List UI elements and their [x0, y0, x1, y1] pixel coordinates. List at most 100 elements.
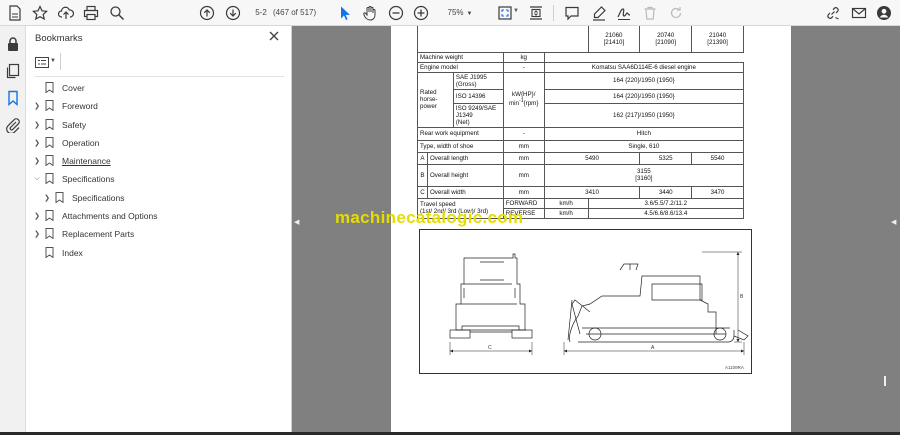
- table-row: Machine weight kg: [417, 52, 744, 63]
- toolbar-separator: [553, 5, 554, 21]
- bookmark-item-attachments[interactable]: ❯ Attachments and Options: [32, 209, 157, 223]
- scrollbar-thumb[interactable]: [884, 376, 886, 386]
- dimension-label-a: A: [651, 345, 655, 351]
- bookmark-label: Specifications: [62, 174, 115, 184]
- bookmark-item-specifications-child[interactable]: ❯ Specifications: [42, 191, 124, 205]
- table-row: Rated horse-power SAE J1995 (Gross) kW{HP}…: [417, 71, 745, 128]
- table-cell: 3155 [3160]: [543, 163, 745, 187]
- table-cell: C: [417, 185, 428, 199]
- chevron-right-icon[interactable]: ❯: [32, 102, 42, 110]
- upload-cloud-icon[interactable]: [57, 4, 75, 22]
- bookmark-label: Operation: [62, 138, 100, 148]
- cell-value: [21410]: [603, 38, 625, 46]
- chevron-right-icon[interactable]: ❯: [32, 157, 42, 165]
- zoom-out-icon[interactable]: [387, 4, 405, 22]
- zoom-in-icon[interactable]: [412, 4, 430, 22]
- chevron-right-icon[interactable]: ❯: [32, 230, 42, 238]
- table-cell: mm: [502, 163, 545, 187]
- table-cell: [417, 26, 589, 53]
- bookmark-icon: [45, 119, 55, 131]
- bookmark-icon: [45, 137, 55, 149]
- bookmark-item-index[interactable]: Index: [32, 246, 83, 260]
- bookmark-item-cover[interactable]: Cover: [32, 81, 85, 95]
- watermark-text: machinecatalogic.com: [335, 208, 524, 227]
- cell-value: [21390]: [707, 38, 728, 46]
- dimension-label-c: C: [488, 345, 492, 351]
- document-viewport[interactable]: ◀ ◀ 21060 [21410] 20740 [21090] 21040 [2139…: [292, 26, 900, 432]
- account-avatar-icon[interactable]: [875, 4, 893, 22]
- bookmark-item-maintenance[interactable]: ❯ Maintenance: [32, 154, 111, 168]
- cell-value: SAE J1995: [455, 73, 487, 81]
- bookmark-icon: [45, 173, 55, 185]
- chevron-right-icon[interactable]: ❯: [42, 194, 52, 202]
- cell-value: (Gross): [455, 80, 477, 88]
- bookmark-options-button[interactable]: ▼: [35, 57, 57, 70]
- table-cell: 162 {217}/1950 {1950}: [543, 102, 745, 128]
- table-row: 21060 [21410] 20740 [21090] 21040 [21390]: [417, 26, 744, 53]
- zoom-level-dropdown[interactable]: 75% ▼: [437, 5, 483, 20]
- pdf-page: 21060 [21410] 20740 [21090] 21040 [21390] M…: [391, 26, 791, 432]
- toolbar: 5-2 (467 of 517) 75% ▼ ▼: [0, 0, 900, 26]
- fit-page-chevron-icon[interactable]: ▼: [513, 8, 519, 14]
- bookmark-item-operation[interactable]: ❯ Operation: [32, 136, 99, 150]
- bookmarks-panel-title: Bookmarks: [35, 33, 83, 44]
- table-row: B Overall height mm 3155 [3160]: [417, 163, 745, 187]
- table-cell: mm: [502, 185, 545, 199]
- bookmark-icon: [45, 100, 55, 112]
- hand-tool-icon[interactable]: [361, 4, 379, 22]
- cell-value: 20740: [657, 31, 675, 39]
- table-row: C Overall width mm 3410 3440 3470: [417, 185, 744, 199]
- lock-icon[interactable]: [5, 36, 21, 52]
- bookmark-icon: [45, 247, 55, 259]
- table-cell: -: [502, 61, 545, 73]
- close-icon[interactable]: [268, 30, 280, 42]
- bookmarks-panel-icon[interactable]: [5, 90, 21, 107]
- chevron-right-icon[interactable]: ❯: [32, 139, 42, 147]
- table-row: Engine model - Komatsu SAA6D114E-6 diese…: [417, 61, 745, 73]
- print-icon[interactable]: [82, 4, 100, 22]
- bookmark-item-specifications[interactable]: ⌵ Specifications: [32, 172, 114, 186]
- undo-icon[interactable]: [667, 4, 685, 22]
- table-row: Type, width of shoe mm Single, 610: [417, 139, 745, 153]
- table-cell: SAE J1995 (Gross): [452, 71, 504, 90]
- page-number-input[interactable]: 5-2: [251, 5, 271, 20]
- highlight-pen-icon[interactable]: [590, 4, 608, 22]
- delete-icon[interactable]: [641, 4, 659, 22]
- bookmark-item-replacement-parts[interactable]: ❯ Replacement Parts: [32, 227, 134, 241]
- bookmark-icon: [45, 82, 55, 94]
- chevron-right-icon[interactable]: ❯: [32, 212, 42, 220]
- navigation-rail: [0, 26, 26, 435]
- fit-page-icon[interactable]: [496, 4, 514, 22]
- page-thumbnails-icon[interactable]: [5, 63, 21, 79]
- table-cell: km/h: [543, 207, 589, 219]
- bookmark-icon: [55, 192, 65, 204]
- table-cell: mm: [502, 139, 545, 153]
- expand-panel-arrow-icon[interactable]: ◀: [891, 218, 896, 226]
- table-row: ISO 9249/SAE J1349 (Net) 162 {217}/1950 {…: [418, 102, 745, 128]
- search-icon[interactable]: [108, 4, 126, 22]
- table-cell: Rated horse-power: [417, 71, 454, 128]
- bookmark-item-safety[interactable]: ❯ Safety: [32, 118, 86, 132]
- dozer-drawing: C A B: [449, 251, 749, 355]
- select-cursor-icon[interactable]: [336, 4, 354, 22]
- save-file-icon[interactable]: [6, 4, 24, 22]
- email-icon[interactable]: [850, 4, 868, 22]
- attachments-paperclip-icon[interactable]: [5, 117, 21, 135]
- collapse-panel-arrow-icon[interactable]: ◀: [294, 218, 299, 226]
- bookmark-label: Foreword: [62, 101, 98, 111]
- share-link-icon[interactable]: [824, 4, 842, 22]
- comment-icon[interactable]: [563, 4, 581, 22]
- next-page-icon[interactable]: [224, 4, 242, 22]
- bookmark-star-icon[interactable]: [31, 4, 49, 22]
- scroll-mode-icon[interactable]: [527, 4, 545, 22]
- draw-signature-icon[interactable]: [615, 4, 633, 22]
- bookmark-label: Safety: [62, 120, 87, 130]
- chevron-down-icon[interactable]: ⌵: [32, 175, 42, 183]
- table-cell: 164 {220}/1950 {1950}: [543, 88, 745, 104]
- bookmark-item-foreword[interactable]: ❯ Foreword: [32, 99, 98, 113]
- table-cell: Overall height: [426, 163, 504, 187]
- previous-page-icon[interactable]: [198, 4, 216, 22]
- table-cell: 3470: [691, 185, 744, 199]
- chevron-right-icon[interactable]: ❯: [32, 121, 42, 129]
- panel-divider: [34, 76, 284, 77]
